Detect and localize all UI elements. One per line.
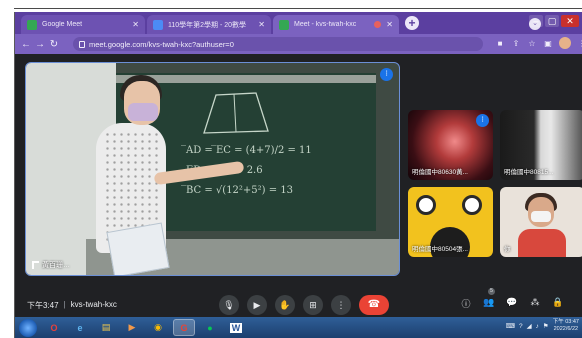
taskbar-opera-icon[interactable]: O — [43, 319, 65, 336]
help-icon[interactable]: ? — [519, 323, 523, 330]
menu-kebab-icon[interactable]: ⋮ — [577, 39, 582, 48]
bookmark-star-icon[interactable]: ☆ — [527, 39, 537, 48]
chalk-line-1: ̅AD = ̅EC = (4+7)/2 = 11 — [186, 145, 312, 156]
browser-window: Google Meet ✕ 110學年第2學期 - 20數學 ✕ Meet - … — [14, 12, 582, 338]
back-icon[interactable]: ← — [19, 39, 33, 50]
meeting-details-icon[interactable]: ⓘ — [459, 297, 473, 310]
close-icon[interactable]: ✕ — [386, 20, 393, 29]
microphone-button[interactable]: 🎙 — [219, 295, 239, 315]
taskbar-google-icon[interactable]: G — [173, 319, 195, 336]
network-icon[interactable]: ◢ — [527, 322, 532, 330]
browser-toolbar: ← → ↻ meet.google.com/kvs-twah-kxc?authu… — [15, 34, 582, 54]
toolbar-icons: ■ ⇪ ☆ ▣ ⋮ — [495, 37, 582, 49]
cartoon-eye — [416, 195, 436, 215]
system-tray: ⌨ ? ◢ ♪ ⚑ 下午 03:47 2022/6/22 — [506, 319, 579, 333]
camera-button[interactable]: ▶ — [247, 295, 267, 315]
meeting-info: 下午3:47 | kvs-twah-kxc — [27, 300, 117, 311]
new-tab-button[interactable]: + — [405, 16, 419, 30]
activities-icon[interactable]: ⁂ — [528, 297, 542, 310]
tab-classroom[interactable]: 110學年第2學期 - 20數學 ✕ — [147, 15, 271, 34]
start-button[interactable] — [19, 318, 37, 337]
tab-meet-call[interactable]: Meet - kvs-twah-kxc ✕ — [273, 15, 399, 34]
meet-control-bar: 下午3:47 | kvs-twah-kxc 🎙 ▶ ✋ ⊞ ⋮ ☎ ⓘ 👥 5 💬… — [15, 288, 582, 320]
main-tile-label: 黃百珊… — [32, 260, 70, 270]
classroom-favicon-icon — [153, 19, 163, 30]
participants-count: 5 — [488, 288, 495, 295]
cartoon-eye — [462, 195, 482, 215]
maximize-button[interactable]: ▢ — [545, 15, 559, 27]
tab-title: 110學年第2學期 - 20數學 — [168, 21, 247, 29]
minimize-button[interactable]: – — [529, 15, 543, 27]
more-options-button[interactable]: ⋮ — [331, 295, 351, 315]
window-controls: – ▢ ✕ — [529, 15, 579, 29]
clock-time: 下午 03:47 — [552, 319, 579, 325]
share-icon[interactable]: ⇪ — [511, 39, 521, 48]
side-panel-icon[interactable]: ▣ — [543, 39, 553, 48]
volume-icon[interactable]: ♪ — [536, 323, 539, 330]
end-call-button[interactable]: ☎ — [359, 295, 389, 315]
reload-icon[interactable]: ↻ — [47, 39, 61, 50]
meeting-code: kvs-twah-kxc — [70, 300, 117, 309]
raise-hand-button[interactable]: ✋ — [275, 295, 295, 315]
side-controls: ⓘ 👥 5 💬 ⁂ 🔒 — [459, 288, 565, 310]
taskbar-explorer-icon[interactable]: ▤ — [95, 319, 117, 336]
participant-name: 你 — [504, 246, 511, 253]
meeting-separator: | — [63, 300, 66, 309]
window-close-button[interactable]: ✕ — [561, 15, 579, 27]
meeting-time: 下午3:47 — [27, 301, 59, 310]
forward-icon[interactable]: → — [33, 39, 47, 50]
self-view-tile[interactable]: 你 — [500, 187, 582, 257]
recording-indicator-icon — [374, 21, 382, 28]
participant-tile[interactable]: 明倫國中80504張... — [408, 187, 493, 257]
taskbar-chrome-icon[interactable]: ◉ — [147, 319, 169, 336]
keyboard-icon[interactable]: ⌨ — [506, 322, 515, 330]
pin-icon[interactable] — [32, 261, 39, 269]
people-icon[interactable]: 👥 5 — [482, 288, 496, 310]
self-shirt — [518, 229, 566, 257]
system-clock[interactable]: 下午 03:47 2022/6/22 — [553, 319, 579, 333]
participant-tile[interactable]: 明倫國中80815... — [500, 110, 582, 180]
presenter-name: 黃百珊… — [42, 262, 70, 269]
speaking-indicator-icon: ⫶ — [380, 68, 393, 81]
top-border — [14, 8, 582, 9]
self-mask — [531, 211, 551, 222]
close-icon[interactable]: ✕ — [258, 20, 265, 29]
tab-title: Google Meet — [42, 21, 83, 28]
meet-stage: ̅AD = ̅EC = (4+7)/2 = 11 ED = 1.4 + 2.6 … — [15, 54, 582, 317]
host-controls-icon[interactable]: 🔒 — [551, 297, 565, 310]
teacher-mask — [128, 103, 158, 121]
meet-favicon-icon — [27, 19, 37, 30]
tab-strip: Google Meet ✕ 110學年第2學期 - 20數學 ✕ Meet - … — [15, 12, 582, 34]
chalk-line-3: ̅BC = √(12²+5²) = 13 — [186, 185, 294, 196]
speaking-indicator-icon: ⫶ — [476, 114, 489, 127]
participant-name: 明倫國中80815... — [504, 169, 554, 176]
chat-icon[interactable]: 💬 — [505, 297, 519, 310]
participant-tile[interactable]: ⫶ 明倫國中80630黃... — [408, 110, 493, 180]
taskbar-line-icon[interactable]: ● — [199, 319, 221, 336]
url-text: meet.google.com/kvs-twah-kxc?authuser=0 — [89, 39, 234, 49]
clock-date: 2022/6/22 — [553, 326, 579, 332]
participant-name: 明倫國中80504張... — [412, 246, 468, 253]
taskbar-word-icon[interactable]: W — [225, 319, 247, 336]
profile-avatar[interactable] — [559, 37, 571, 49]
call-controls: 🎙 ▶ ✋ ⊞ ⋮ ☎ — [219, 295, 389, 315]
lock-icon — [79, 40, 85, 48]
address-bar[interactable]: meet.google.com/kvs-twah-kxc?authuser=0 — [73, 37, 483, 51]
flag-icon[interactable]: ⚑ — [543, 322, 549, 330]
meet-favicon-icon — [279, 19, 289, 30]
participant-name: 明倫國中80630黃... — [412, 169, 468, 176]
tab-title: Meet - kvs-twah-kxc — [294, 21, 357, 28]
taskbar-ie-icon[interactable]: e — [69, 319, 91, 336]
camera-in-use-icon[interactable]: ■ — [495, 39, 505, 48]
tab-google-meet[interactable]: Google Meet ✕ — [21, 15, 145, 34]
windows-taskbar: O e ▤ ▶ ◉ G ● W ⌨ ? ◢ ♪ ⚑ 下午 03:47 2022/… — [15, 317, 582, 338]
close-icon[interactable]: ✕ — [132, 20, 139, 29]
taskbar-media-icon[interactable]: ▶ — [121, 319, 143, 336]
textbook — [106, 222, 170, 275]
main-video-tile[interactable]: ̅AD = ̅EC = (4+7)/2 = 11 ED = 1.4 + 2.6 … — [25, 62, 400, 276]
present-screen-button[interactable]: ⊞ — [303, 295, 323, 315]
